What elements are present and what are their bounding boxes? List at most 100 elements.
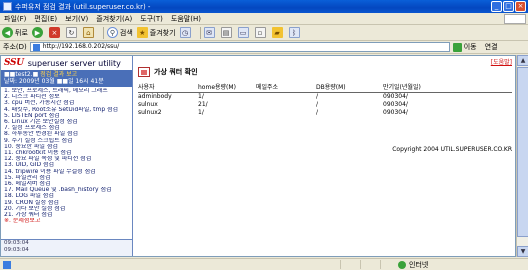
back-button[interactable]: ◀ 뒤로: [2, 27, 28, 38]
report-title: 점검 결과 보고: [40, 71, 78, 78]
search-label: 검색: [119, 28, 133, 37]
search-button[interactable]: ⚲ 검색: [106, 27, 133, 38]
discuss-button[interactable]: ▫: [254, 27, 268, 38]
table-row: adminbody 1/ / 090304/: [138, 93, 512, 101]
cell-db: /: [316, 93, 319, 101]
menu-edit[interactable]: 편집(E): [30, 14, 61, 24]
menu-bar: 파일(F) 편집(E) 보기(V) 즐겨찾기(A) 도구(T) 도움말(H): [0, 13, 528, 25]
sidebar-menu-item[interactable]: ※. 문제점보고: [4, 218, 132, 224]
refresh-button[interactable]: ↻: [65, 27, 79, 38]
maximize-button[interactable]: □: [503, 1, 514, 12]
links-button[interactable]: 연결: [485, 42, 498, 52]
quota-table: 사용자 home용량(M) 메일주소 DB용량(M) 만기일(년월일) admi…: [138, 82, 512, 117]
favorites-label: 즐겨찾기: [149, 28, 176, 37]
cell-home: 1/: [198, 93, 204, 101]
zone-label: 인터넷: [409, 261, 429, 269]
edit-button[interactable]: ▭: [237, 27, 251, 38]
col-user: 사용자: [138, 82, 198, 93]
menu-view[interactable]: 보기(V): [61, 14, 92, 24]
menu-favorites[interactable]: 즐겨찾기(A): [92, 14, 136, 24]
address-label: 주소(D): [3, 43, 27, 51]
back-label: 뒤로: [15, 28, 28, 37]
scroll-up-icon[interactable]: ▲: [517, 55, 528, 66]
menu-help[interactable]: 도움말(H): [167, 14, 205, 24]
cell-mail: [256, 101, 316, 109]
server-name: ■■test2.■: [4, 71, 39, 78]
address-url: http://192.168.0.202/ssu/: [42, 43, 120, 50]
messenger-button[interactable]: ▰: [271, 27, 285, 38]
go-arrow-icon: [452, 42, 462, 52]
folder-icon: ▰: [271, 27, 283, 38]
toolbar: ◀ 뒤로 ▶ × ↻ ⌂ ⚲ 검색 ★ 즐겨찾기 ◷ ✉ ▤ ▭ ▫ ▰ ᛒ: [0, 25, 528, 41]
col-db: DB용량(M): [316, 82, 383, 93]
bluetooth-button[interactable]: ᛒ: [288, 27, 302, 38]
go-label: 이동: [463, 43, 477, 51]
main-panel: [도움말] 가상 쿼터 확인 사용자 home용량(M) 메일주소 DB용량(M…: [134, 56, 516, 256]
page-heading: 가상 쿼터 확인: [138, 67, 198, 77]
address-input[interactable]: http://192.168.0.202/ssu/: [29, 42, 450, 52]
status-bar: 인터넷: [0, 258, 528, 270]
sidebar-menu: 1. 보안, 프로세스, 트래픽, 메모리 그래프 2. 디스크 파티션 정보 3.…: [1, 87, 132, 224]
go-button[interactable]: 이동: [452, 42, 477, 52]
toolbar-divider: [102, 26, 104, 39]
cell-db: /: [316, 109, 319, 116]
cell-db: /: [316, 101, 319, 108]
scroll-down-icon[interactable]: ▼: [517, 246, 528, 257]
page-title: 가상 쿼터 확인: [154, 68, 198, 76]
cell-mail: [256, 109, 316, 117]
window-title: 수퍼유저 점검 결과 (util.superuser.co.kr) -: [15, 2, 151, 11]
table-row: sulnux 21/ / 090304/: [138, 101, 512, 109]
report-date: 날짜: 2009년 03월 ■■일 16시 41분: [4, 78, 104, 85]
col-expiry: 만기일(년월일): [383, 82, 512, 93]
home-icon: ⌂: [82, 27, 94, 38]
close-button[interactable]: ×: [515, 1, 526, 12]
forward-button[interactable]: ▶: [31, 27, 45, 38]
cell-user: sulnux: [138, 101, 158, 108]
star-icon: ★: [136, 27, 148, 38]
page-content: SSU superuser server utility ■■test2.■ 점…: [0, 55, 516, 257]
menu-tools[interactable]: 도구(T): [136, 14, 167, 24]
help-link[interactable]: [도움말]: [491, 57, 512, 66]
minimize-button[interactable]: _: [491, 1, 502, 12]
table-row: sulnux2 1/ / 090304/: [138, 109, 512, 117]
cell-home: 1/: [198, 109, 204, 116]
cell-user: sulnux2: [138, 109, 162, 116]
edit-page-icon: ▭: [237, 27, 249, 38]
security-zone: 인터넷: [398, 260, 428, 270]
copyright: Copyright 2004 UTIL.SUPERUSER.CO.KR: [392, 146, 512, 153]
address-bar: 주소(D) http://192.168.0.202/ssu/ 이동 연결: [0, 41, 528, 54]
history-button[interactable]: ◷: [179, 27, 193, 38]
favorites-button[interactable]: ★ 즐겨찾기: [136, 27, 176, 38]
mail-icon: ✉: [203, 27, 215, 38]
search-icon: ⚲: [106, 27, 118, 38]
discuss-icon: ▫: [254, 27, 266, 38]
status-cell: [340, 260, 358, 269]
mail-button[interactable]: ✉: [203, 27, 217, 38]
menu-file[interactable]: 파일(F): [0, 14, 30, 24]
cell-expiry: 090304/: [383, 93, 408, 101]
page-icon: [32, 44, 40, 51]
refresh-icon: ↻: [65, 27, 77, 38]
toolbar-divider: [199, 26, 201, 39]
vertical-scrollbar[interactable]: ▲ ▼: [516, 55, 528, 257]
cell-user: adminbody: [138, 93, 172, 101]
home-button[interactable]: ⌂: [82, 27, 96, 38]
bluetooth-icon: ᛒ: [288, 27, 300, 38]
title-bar: 수퍼유저 점검 결과 (util.superuser.co.kr) - _ □ …: [0, 0, 528, 13]
back-arrow-icon: ◀: [2, 27, 13, 38]
status-cell: [360, 260, 378, 269]
footer-time: 09:03:04: [4, 240, 29, 246]
footer-time: 09:03:04: [4, 247, 29, 253]
print-button[interactable]: ▤: [220, 27, 234, 38]
table-header-row: 사용자 home용량(M) 메일주소 DB용량(M) 만기일(년월일): [138, 82, 512, 93]
col-home: home용량(M): [198, 82, 256, 93]
sidebar: SSU superuser server utility ■■test2.■ 점…: [1, 56, 133, 256]
cell-expiry: 090304/: [383, 101, 408, 108]
scroll-thumb[interactable]: [517, 67, 528, 237]
history-icon: ◷: [179, 27, 191, 38]
stop-button[interactable]: ×: [48, 27, 62, 38]
internet-globe-icon: [398, 261, 406, 269]
cell-mail: [256, 93, 316, 101]
quota-icon: [138, 67, 150, 77]
status-cell: [380, 260, 398, 269]
